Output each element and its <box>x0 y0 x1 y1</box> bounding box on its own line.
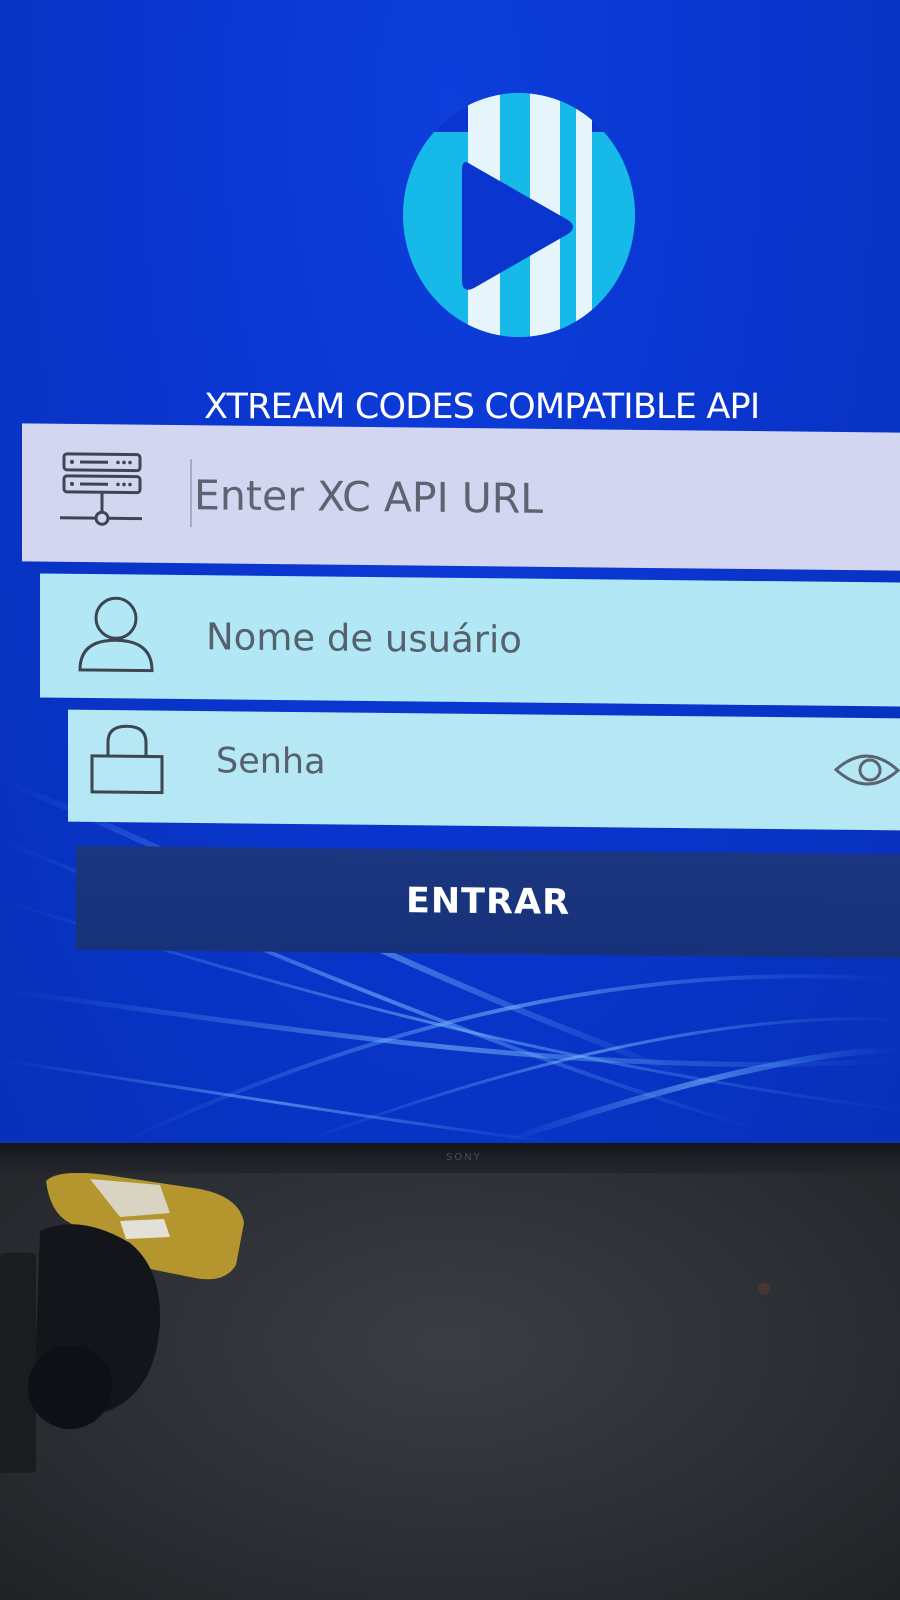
table-objects <box>0 1173 770 1473</box>
url-field[interactable]: Enter XC API URL <box>22 423 900 571</box>
tv-screen: XTREAM CODES COMPATIBLE API Enter XC API… <box>0 0 900 1143</box>
login-button-label: ENTRAR <box>405 881 571 923</box>
app-title: XTREAM CODES COMPATIBLE API <box>204 387 760 427</box>
server-network-icon <box>60 452 142 526</box>
url-placeholder: Enter XC API URL <box>194 471 544 523</box>
username-field[interactable]: Nome de usuário <box>40 573 900 707</box>
login-button[interactable]: ENTRAR <box>76 845 900 959</box>
app-logo <box>403 93 635 337</box>
username-placeholder: Nome de usuário <box>206 615 522 662</box>
password-placeholder: Senha <box>216 741 326 783</box>
text-cursor <box>190 459 192 528</box>
lock-icon <box>90 724 164 795</box>
tv-brand-logo: SONY <box>446 1152 482 1163</box>
user-icon <box>78 596 154 673</box>
password-field[interactable]: Senha <box>68 709 900 831</box>
eye-icon[interactable] <box>834 748 900 793</box>
